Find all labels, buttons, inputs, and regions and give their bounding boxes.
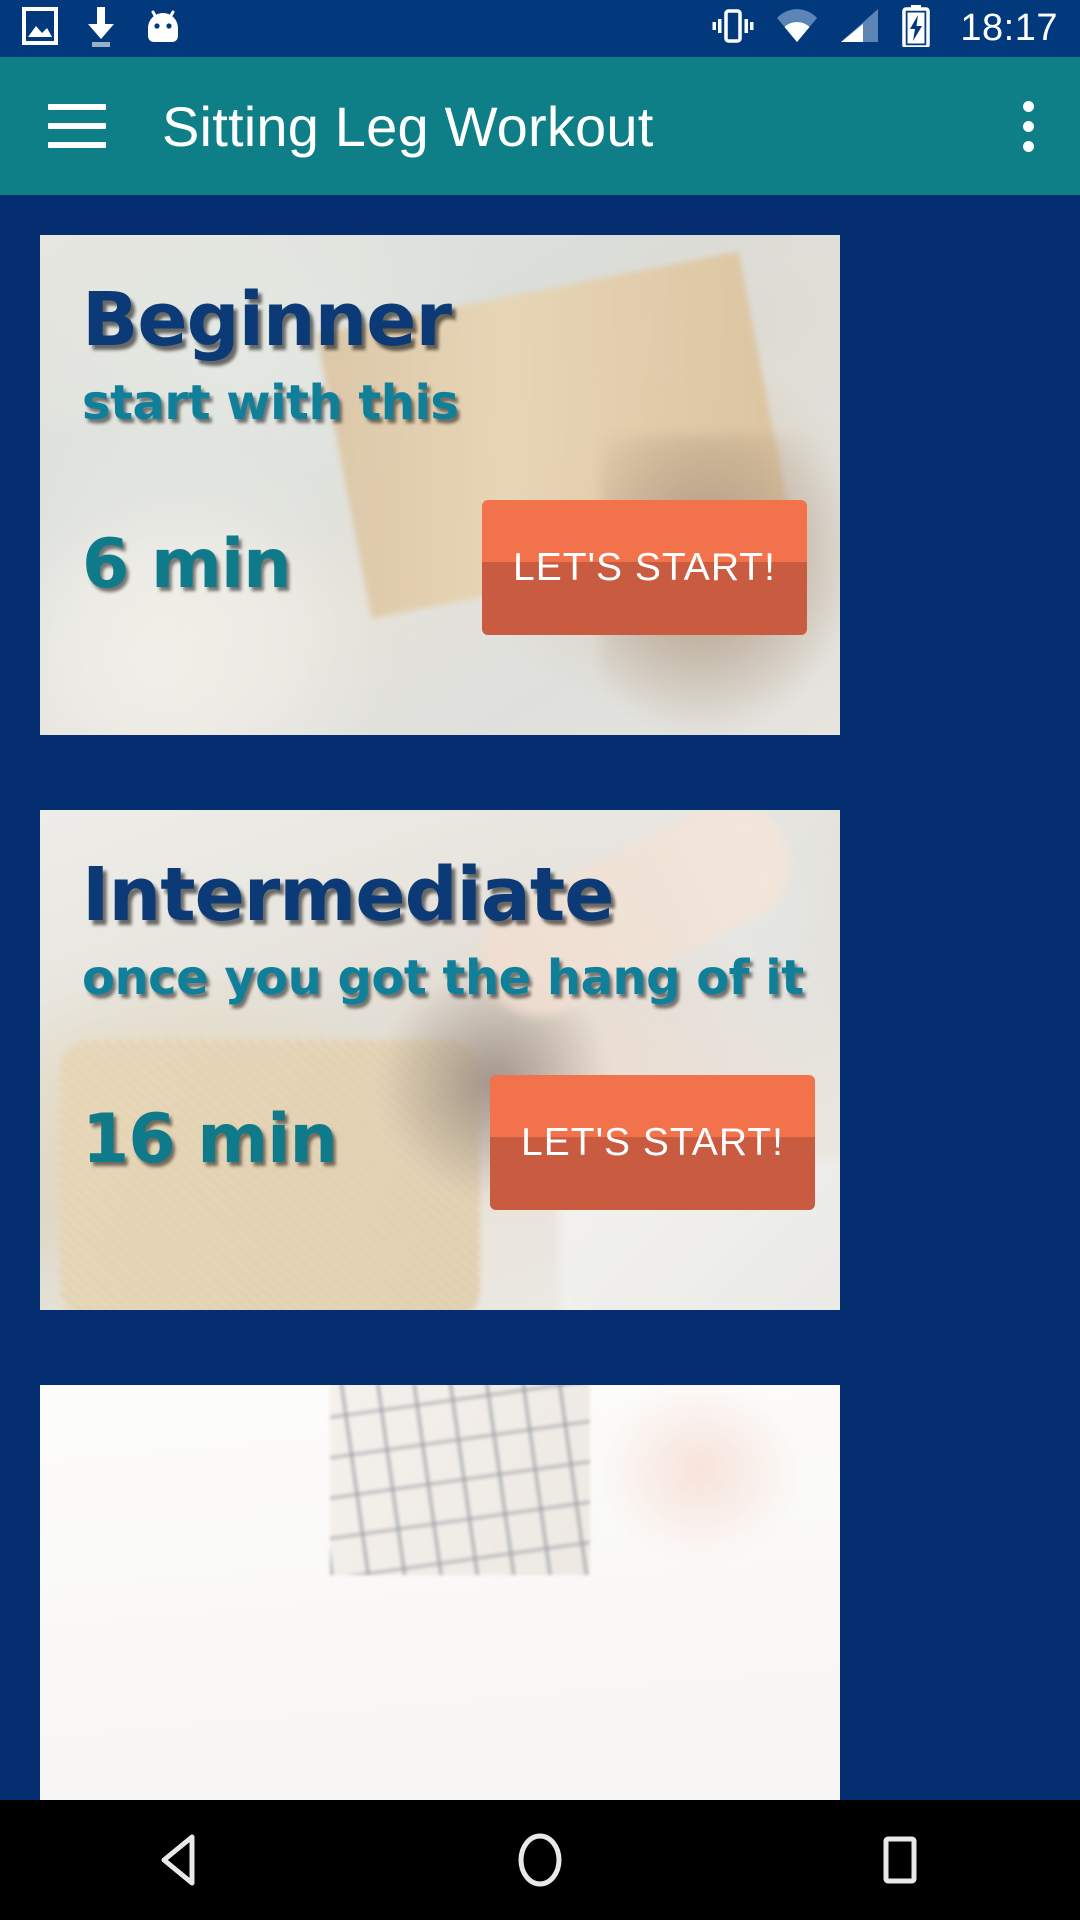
status-bar-clock: 18:17: [960, 7, 1058, 49]
android-system-icon: [144, 6, 182, 51]
back-button[interactable]: [105, 1800, 255, 1920]
status-bar-right-icons: 18:17: [712, 5, 1058, 52]
workout-level-title: Intermediate: [82, 852, 614, 938]
screenshot-image-icon: [22, 6, 58, 51]
workout-subtitle: once you got the hang of it: [82, 950, 804, 1006]
status-bar-left-icons: [22, 5, 182, 52]
workout-card-list[interactable]: Beginner start with this 6 min LET'S STA…: [0, 195, 1080, 1800]
app-screen: 18:17 Sitting Leg Workout Beginner start…: [0, 0, 1080, 1920]
status-bar: 18:17: [0, 0, 1080, 57]
vibrate-mode-icon: [712, 6, 754, 51]
page-title: Sitting Leg Workout: [162, 94, 654, 158]
overflow-menu-icon[interactable]: [1023, 100, 1034, 152]
workout-duration: 16 min: [82, 1100, 338, 1179]
download-icon: [84, 5, 118, 52]
workout-card[interactable]: [40, 1385, 840, 1800]
home-circle-icon: [518, 1833, 562, 1887]
home-button[interactable]: [465, 1800, 615, 1920]
hamburger-menu-icon[interactable]: [48, 104, 106, 148]
workout-card[interactable]: Intermediate once you got the hang of it…: [40, 810, 840, 1310]
lets-start-button[interactable]: LET'S START!: [490, 1075, 815, 1210]
back-triangle-icon: [161, 1834, 195, 1886]
workout-subtitle: start with this: [82, 375, 459, 431]
workout-level-title: Beginner: [82, 277, 452, 363]
recents-button[interactable]: [825, 1800, 975, 1920]
workout-duration: 6 min: [82, 525, 292, 604]
lets-start-button[interactable]: LET'S START!: [482, 500, 807, 635]
app-toolbar: Sitting Leg Workout: [0, 57, 1080, 195]
battery-charging-icon: [902, 5, 931, 52]
wifi-icon: [776, 8, 818, 49]
cellular-signal-icon: [840, 8, 880, 49]
recents-square-icon: [883, 1836, 917, 1884]
workout-card[interactable]: Beginner start with this 6 min LET'S STA…: [40, 235, 840, 735]
photo-overlay: [40, 1385, 840, 1800]
system-navigation-bar: [0, 1800, 1080, 1920]
